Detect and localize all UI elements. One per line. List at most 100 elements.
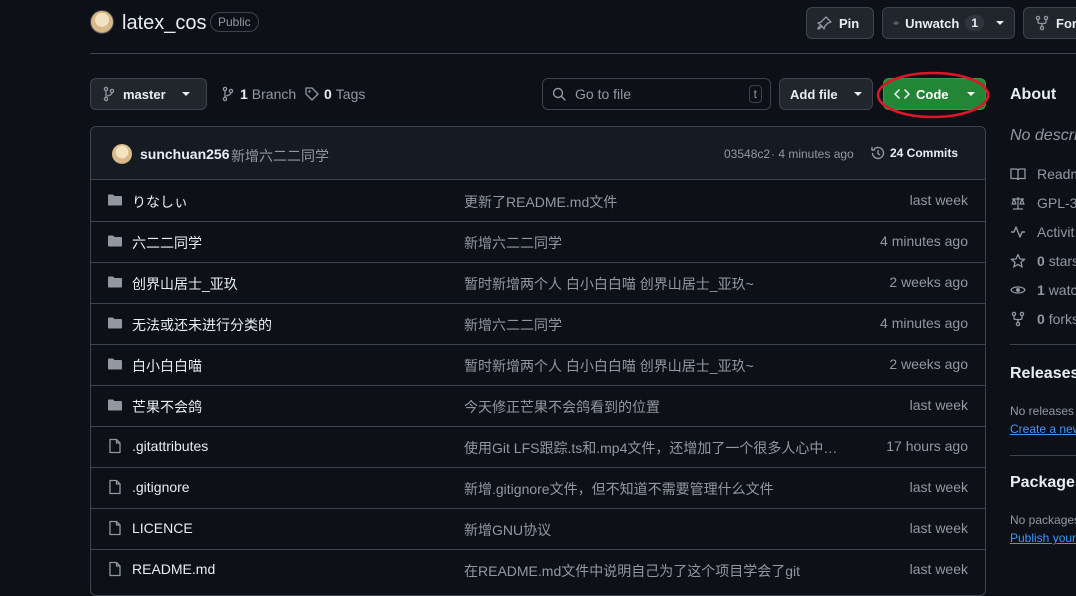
stars-label: stars xyxy=(1048,253,1076,269)
publish-package-link[interactable]: Publish your xyxy=(1010,531,1076,545)
commit-message[interactable]: 新增六二二同学 xyxy=(231,146,329,166)
pin-label: Pin xyxy=(839,15,860,31)
fork-icon xyxy=(1035,15,1049,31)
releases-heading[interactable]: Releases xyxy=(1010,365,1076,383)
branch-icon xyxy=(222,86,234,102)
tag-word: Tags xyxy=(335,86,366,102)
commit-message-link[interactable]: 新增.gitignore文件，但不知道不需要管理什么文件 xyxy=(464,479,774,499)
red-circle-annotation xyxy=(876,71,990,119)
file-name-link[interactable]: 芒果不会鸽 xyxy=(132,397,202,417)
commit-message-link[interactable]: 新增GNU协议 xyxy=(464,520,551,540)
fork-icon xyxy=(1011,311,1025,327)
activity-link[interactable]: Activit xyxy=(1037,224,1074,240)
go-to-file-input[interactable]: Go to file t xyxy=(542,78,771,110)
stars-link[interactable]: 0 stars xyxy=(1037,253,1076,269)
watchers-count: 1 xyxy=(1037,282,1045,298)
watch-count: 1 xyxy=(965,15,984,31)
tags-link[interactable]: 0 Tags xyxy=(304,86,365,102)
law-icon xyxy=(1011,197,1025,210)
fork-label: Fork xyxy=(1056,15,1076,31)
branch-selector[interactable]: master xyxy=(90,78,207,110)
file-icon xyxy=(107,438,123,454)
forks-link[interactable]: 0 forks xyxy=(1037,311,1076,327)
file-name-link[interactable]: LICENCE xyxy=(132,520,193,536)
readme-link[interactable]: Readm xyxy=(1037,166,1076,182)
file-name-link[interactable]: 创界山居士_亚玖 xyxy=(132,274,238,294)
repo-name[interactable]: latex_cos xyxy=(122,10,207,36)
commit-date: last week xyxy=(909,192,968,208)
sidebar-divider xyxy=(1010,455,1076,456)
file-name-link[interactable]: 六二二同学 xyxy=(132,233,202,253)
file-name-link[interactable]: .gitignore xyxy=(132,479,190,495)
unwatch-button[interactable]: Unwatch 1 xyxy=(882,7,1015,39)
branches-link[interactable]: 1 Branch xyxy=(220,86,296,102)
file-name-link[interactable]: README.md xyxy=(132,561,215,577)
commit-date: 4 minutes ago xyxy=(880,233,968,249)
commit-message-link[interactable]: 今天修正芒果不会鸽看到的位置 xyxy=(464,397,660,417)
sidebar-divider xyxy=(1010,344,1076,345)
commit-date: last week xyxy=(909,520,968,536)
watchers-label: watc xyxy=(1048,282,1076,298)
forks-count: 0 xyxy=(1037,311,1045,327)
file-icon xyxy=(107,520,123,536)
commit-message-link[interactable]: 在README.md文件中说明自己为了这个项目学会了git xyxy=(464,561,800,581)
commit-hash[interactable]: 03548c2 xyxy=(724,147,770,161)
folder-icon xyxy=(107,397,123,413)
chevron-down-icon xyxy=(181,92,190,96)
file-icon xyxy=(107,561,123,577)
folder-icon xyxy=(107,192,123,208)
license-link[interactable]: GPL-3. xyxy=(1037,195,1076,211)
eye-icon xyxy=(893,21,900,25)
create-release-link[interactable]: Create a new xyxy=(1010,422,1076,436)
fork-button[interactable]: Fork xyxy=(1023,7,1076,39)
commit-count: 24 Commits xyxy=(890,146,959,160)
history-icon xyxy=(871,146,885,160)
packages-heading[interactable]: Packages xyxy=(1010,474,1076,492)
folder-icon xyxy=(107,274,123,290)
commit-author[interactable]: sunchuan256 xyxy=(140,146,229,162)
branch-count: 1 xyxy=(240,86,248,102)
branch-name: master xyxy=(123,86,166,102)
header-divider xyxy=(90,53,1076,54)
commit-date: last week xyxy=(909,479,968,495)
file-icon xyxy=(107,479,123,495)
pulse-icon xyxy=(1011,226,1025,238)
file-name-link[interactable]: りなしぃ xyxy=(132,192,188,212)
tag-count: 0 xyxy=(324,86,332,102)
star-icon xyxy=(1010,253,1026,268)
chevron-down-icon xyxy=(996,21,1004,25)
commit-message-link[interactable]: 使用Git LFS跟踪.ts和.mp4文件，还增加了一个很多人心中的... xyxy=(464,438,844,458)
folder-icon xyxy=(107,356,123,372)
commits-link[interactable]: 24 Commits xyxy=(870,145,958,161)
repo-avatar[interactable] xyxy=(90,10,114,34)
commit-message-link[interactable]: 新增六二二同学 xyxy=(464,315,562,335)
keyboard-shortcut-t: t xyxy=(748,85,762,103)
file-name-link[interactable]: .gitattributes xyxy=(132,438,208,454)
branch-icon xyxy=(103,86,115,102)
tag-icon xyxy=(305,87,319,101)
visibility-badge: Public xyxy=(210,12,259,32)
file-name-link[interactable]: 无法或还未进行分类的 xyxy=(132,315,272,335)
stars-count: 0 xyxy=(1037,253,1045,269)
add-file-button[interactable]: Add file xyxy=(779,78,873,110)
about-heading: About xyxy=(1010,86,1057,103)
file-name-link[interactable]: 白小白白喵 xyxy=(132,356,202,376)
commit-date: 2 weeks ago xyxy=(889,356,968,372)
commit-age: · 4 minutes ago xyxy=(771,147,854,161)
add-file-label: Add file xyxy=(790,86,838,102)
folder-icon xyxy=(107,233,123,249)
eye-icon xyxy=(1010,286,1026,294)
commit-message-link[interactable]: 更新了README.md文件 xyxy=(464,192,617,212)
commit-message-link[interactable]: 暂时新增两个人 白小白白喵 创界山居士_亚玖~ xyxy=(464,274,754,294)
book-icon xyxy=(1010,168,1026,181)
commit-date: 4 minutes ago xyxy=(880,315,968,331)
watchers-link[interactable]: 1 watc xyxy=(1037,282,1076,298)
branch-word: Branch xyxy=(251,86,297,102)
pin-button[interactable]: Pin xyxy=(806,7,874,39)
commit-message-link[interactable]: 暂时新增两个人 白小白白喵 创界山居士_亚玖~ xyxy=(464,356,754,376)
author-avatar[interactable] xyxy=(112,144,132,164)
commit-date: last week xyxy=(909,561,968,577)
commit-message-link[interactable]: 新增六二二同学 xyxy=(464,233,562,253)
pin-icon xyxy=(817,16,832,30)
about-description: No descrip xyxy=(1010,127,1076,144)
